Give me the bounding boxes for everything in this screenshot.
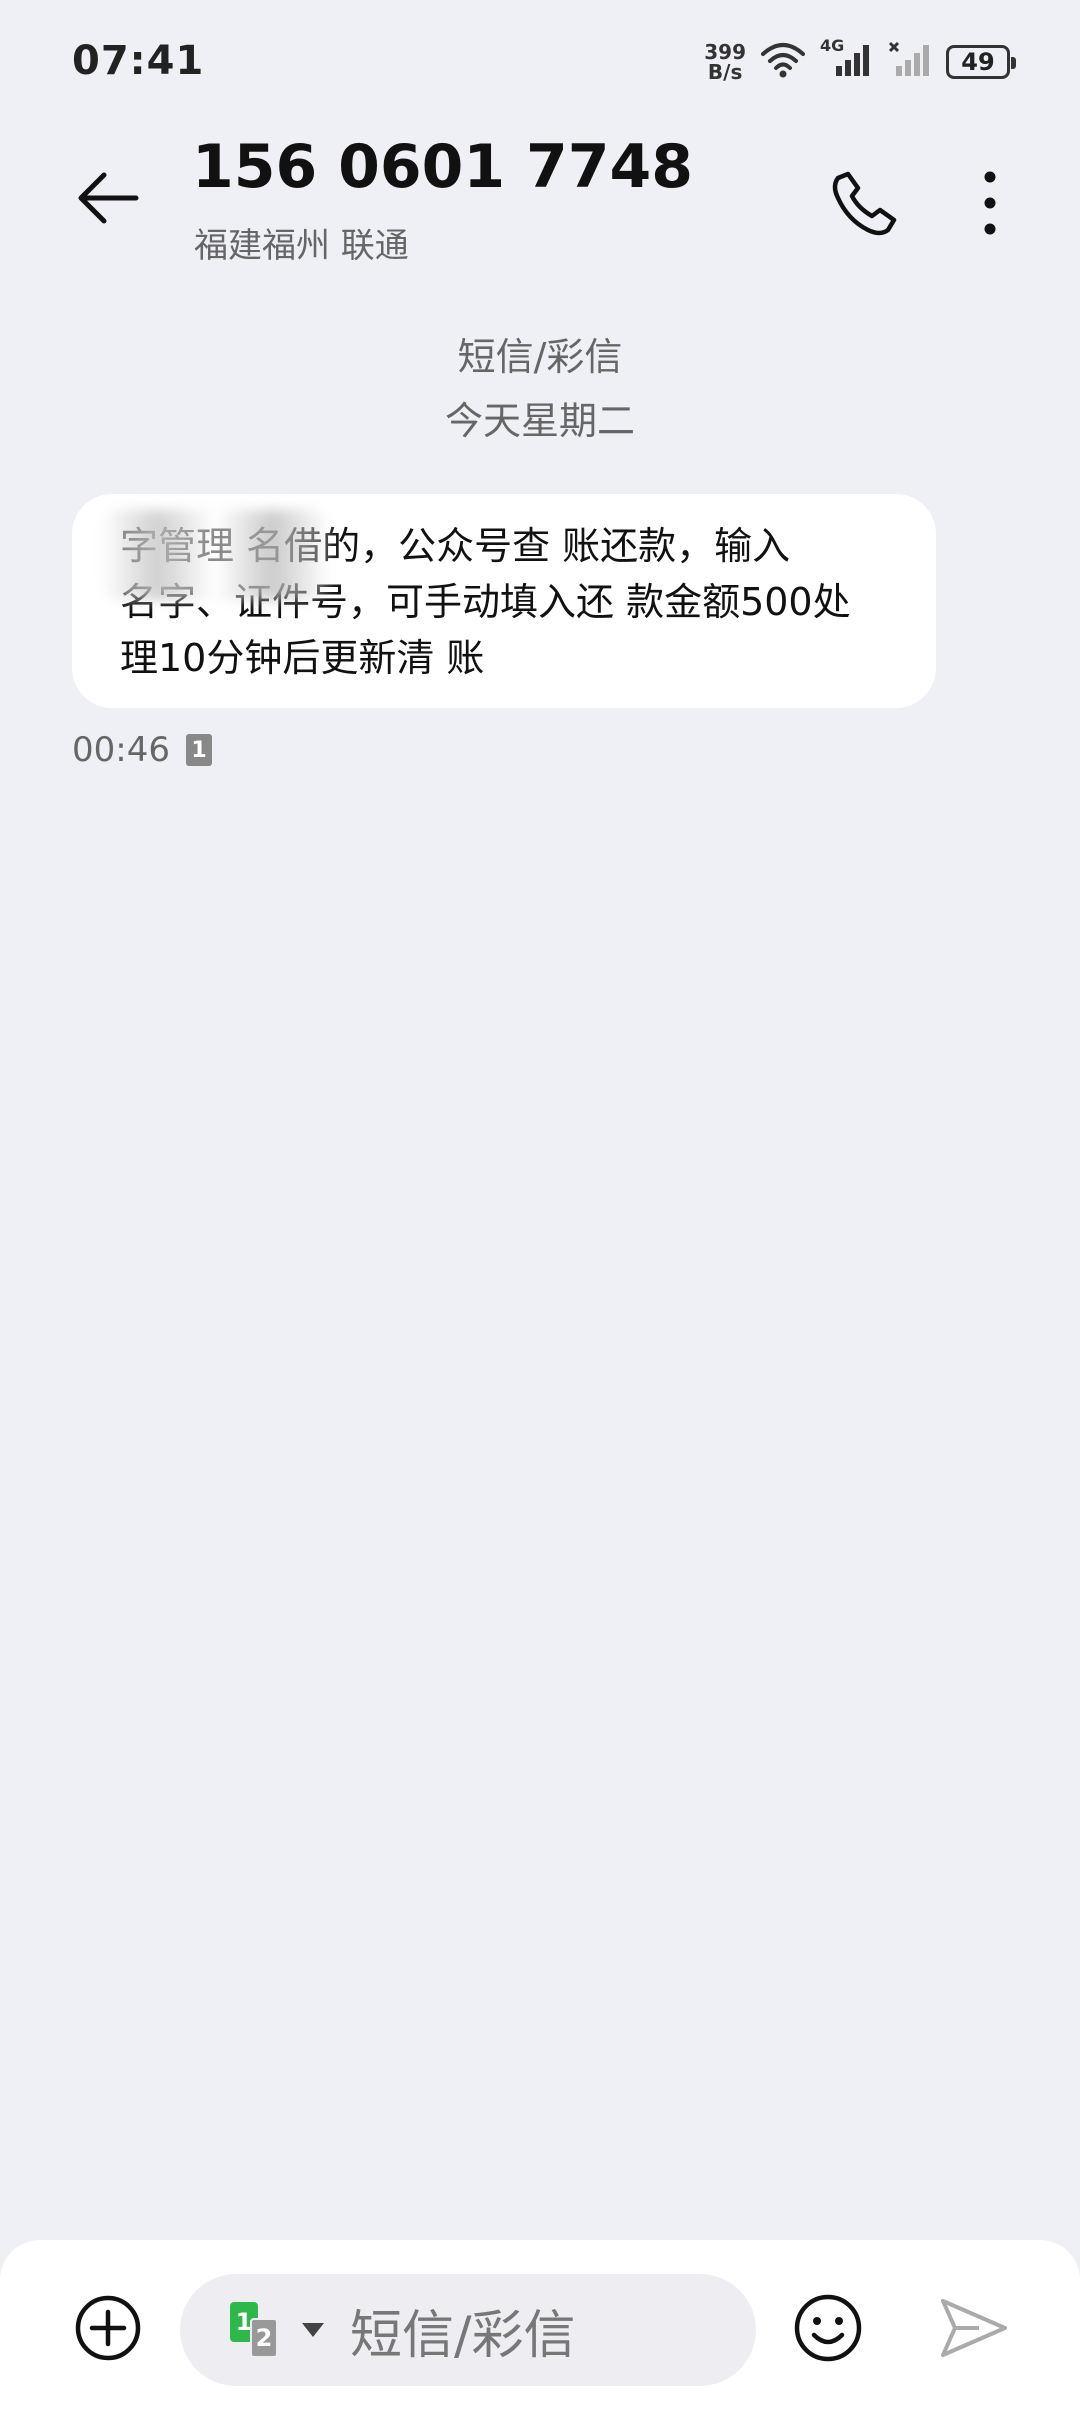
message-line: 理10分钟后更新清 账	[120, 636, 485, 680]
conversation-type-label: 短信/彩信	[457, 335, 623, 379]
sim-card-icon: 1	[185, 734, 212, 766]
more-options-button[interactable]	[950, 160, 1030, 250]
send-button[interactable]	[934, 2290, 1014, 2370]
conversation-date-label: 今天星期二	[444, 399, 635, 443]
message-input[interactable]: 1 2 短信/彩信	[180, 2274, 756, 2386]
sim-slot-number: 1	[191, 737, 207, 763]
status-time: 07:41	[72, 38, 205, 84]
status-bar: 07:41 399 B/s 4G 49	[0, 0, 1080, 120]
cellular-signal-icon: 4G	[820, 36, 874, 84]
network-type-label: 4G	[820, 36, 845, 55]
arrow-left-icon	[76, 170, 140, 230]
back-button[interactable]	[68, 160, 148, 240]
battery-icon: 49	[946, 45, 1016, 79]
contact-location: 福建福州 联通	[194, 226, 409, 266]
contact-number: 156 0601 7748	[192, 132, 694, 202]
battery-level: 49	[961, 48, 995, 76]
call-button[interactable]	[820, 160, 910, 250]
composer-bar: 1 2 短信/彩信	[0, 2240, 1080, 2412]
caret-down-icon[interactable]	[302, 2323, 324, 2337]
plus-circle-icon	[74, 2294, 142, 2366]
message-input-placeholder: 短信/彩信	[350, 2305, 576, 2366]
phone-icon	[830, 168, 900, 242]
pixelated-redaction	[100, 510, 330, 600]
network-speed-unit: B/s	[707, 60, 743, 84]
wifi-icon	[760, 40, 806, 84]
emoji-button[interactable]	[790, 2292, 866, 2368]
message-meta: 00:46 1	[72, 730, 212, 770]
add-attachment-button[interactable]	[70, 2292, 146, 2368]
sim-2-icon: 2	[250, 2318, 278, 2358]
network-speed-value: 399	[704, 40, 746, 64]
message-time: 00:46	[72, 730, 170, 770]
network-speed: 399 B/s	[704, 42, 746, 82]
smiley-icon	[793, 2293, 863, 2367]
messaging-screen: 07:41 399 B/s 4G 49 156 0601 7748 福建福州 联…	[0, 0, 1080, 2412]
more-vertical-icon	[983, 170, 997, 240]
status-indicators: 399 B/s 4G 49	[704, 36, 1016, 86]
conversation-header: 156 0601 7748 福建福州 联通	[0, 120, 1080, 290]
cellular-signal-no-service-icon	[888, 40, 932, 84]
sim-switch-button[interactable]: 1 2	[230, 2302, 294, 2358]
send-icon	[939, 2297, 1009, 2363]
